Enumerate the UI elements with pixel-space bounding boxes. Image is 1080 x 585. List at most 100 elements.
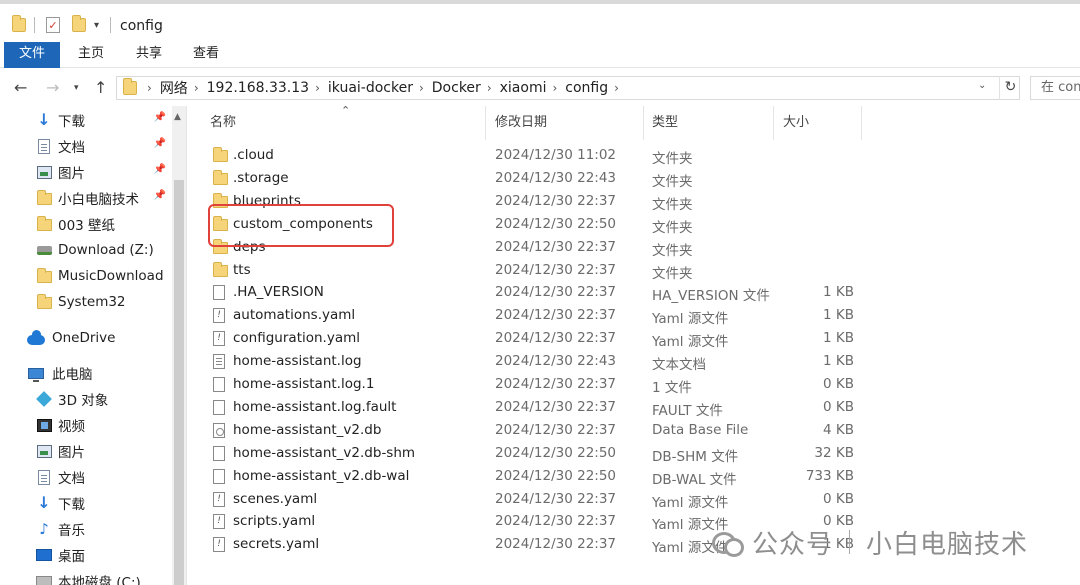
recent-locations-icon[interactable]: ▾ (74, 83, 79, 93)
file-size: 0 KB (823, 398, 854, 415)
column-header-date[interactable]: 修改日期 (495, 106, 547, 140)
nav-item-desktop[interactable]: 桌面 (0, 543, 172, 567)
nav-item-this-pc[interactable]: 此电脑 (0, 361, 172, 385)
table-row[interactable]: .HA_VERSION 2024/12/30 22:37 HA_VERSION 文件… (187, 281, 1080, 304)
file-type: 文本文档 (652, 357, 706, 374)
file-name: home-assistant_v2.db-wal (233, 467, 410, 484)
table-row[interactable]: home-assistant_v2.db 2024/12/30 22:37 Data… (187, 419, 1080, 442)
chevron-right-icon[interactable]: › (419, 81, 424, 95)
file-icon (213, 377, 225, 392)
back-arrow-icon[interactable]: ← (14, 78, 27, 97)
nav-item-pictures[interactable]: 图片 📌 (0, 160, 172, 184)
table-row[interactable]: home-assistant.log 2024/12/30 22:43 文本文档 1 … (187, 350, 1080, 373)
breadcrumb-docker[interactable]: Docker (432, 80, 481, 96)
nav-item-download-z[interactable]: Download (Z:) (0, 238, 172, 262)
chevron-right-icon[interactable]: › (552, 81, 557, 95)
breadcrumb-ikuai-docker[interactable]: ikuai-docker (328, 80, 413, 96)
chevron-right-icon[interactable]: › (194, 81, 199, 95)
file-size: 733 KB (805, 467, 854, 484)
folder-icon[interactable] (12, 15, 26, 32)
tab-file[interactable]: 文件 (4, 42, 60, 68)
breadcrumb-xiaomi[interactable]: xiaomi (500, 80, 547, 96)
scroll-up-icon[interactable]: ▲ (174, 112, 181, 122)
properties-icon[interactable]: ✓ (46, 17, 60, 33)
customize-toolbar-icon[interactable]: ▾ (94, 20, 99, 31)
nav-item-label: 003 壁纸 (58, 218, 116, 234)
file-date: 2024/12/30 22:37 (495, 421, 617, 438)
table-row[interactable]: tts 2024/12/30 22:37 文件夹 (187, 259, 1080, 282)
file-name: home-assistant_v2.db-shm (233, 444, 416, 461)
chevron-right-icon[interactable]: › (487, 81, 492, 95)
nav-item-musicdownload[interactable]: MusicDownload (0, 264, 172, 288)
tab-home[interactable]: 主页 (62, 42, 120, 68)
file-date: 2024/12/30 22:37 (495, 330, 617, 347)
table-row[interactable]: ! configuration.yaml 2024/12/30 22:37 Yaml … (187, 327, 1080, 350)
nav-item-local-disk-c[interactable]: 本地磁盘 (C:) (0, 569, 172, 585)
file-name: scripts.yaml (233, 513, 316, 530)
nav-item-music[interactable]: ♪ 音乐 (0, 517, 172, 541)
file-type: 文件夹 (652, 219, 693, 236)
folder-icon (123, 78, 137, 95)
file-date: 2024/12/30 22:37 (495, 238, 617, 255)
nav-item-wallpaper[interactable]: 003 壁纸 (0, 212, 172, 236)
table-row[interactable]: home-assistant.log.1 2024/12/30 22:37 1 文件… (187, 373, 1080, 396)
file-date: 2024/12/30 22:37 (495, 513, 617, 530)
nav-item-videos[interactable]: 视频 (0, 413, 172, 437)
column-divider[interactable] (485, 106, 486, 140)
scrollbar-thumb[interactable] (174, 180, 184, 585)
nav-item-pictures-pc[interactable]: 图片 (0, 439, 172, 463)
file-type: Yaml 源文件 (652, 311, 729, 328)
table-row[interactable]: ! scenes.yaml 2024/12/30 22:37 Yaml 源文件 0 KB (187, 488, 1080, 511)
file-type: 文件夹 (652, 151, 693, 167)
up-arrow-icon[interactable]: ↑ (94, 78, 107, 97)
file-type: 文件夹 (652, 242, 693, 259)
tab-view[interactable]: 查看 (177, 42, 235, 68)
column-divider[interactable] (773, 106, 774, 140)
file-icon (213, 468, 225, 484)
pin-icon: 📌 (153, 138, 166, 149)
nav-item-downloads-pc[interactable]: ↓ 下载 (0, 491, 172, 515)
file-size: 0 KB (823, 490, 854, 507)
column-header-name[interactable]: 名称 (210, 106, 236, 140)
nav-item-onedrive[interactable]: OneDrive (0, 326, 172, 350)
chevron-right-icon[interactable]: › (315, 81, 320, 95)
address-dropdown-icon[interactable]: ⌄ (978, 80, 986, 91)
folder-icon (213, 261, 228, 277)
nav-item-label: 本地磁盘 (C:) (58, 575, 141, 585)
file-name: .cloud (233, 147, 274, 163)
nav-item-label: 视频 (58, 419, 85, 435)
column-divider[interactable] (861, 106, 862, 140)
table-row[interactable]: home-assistant_v2.db-wal 2024/12/30 22:50… (187, 465, 1080, 488)
nav-item-documents[interactable]: 文档 📌 (0, 134, 172, 158)
breadcrumb-host[interactable]: 192.168.33.13 (207, 80, 309, 96)
table-row[interactable]: ! automations.yaml 2024/12/30 22:37 Yaml 源文… (187, 304, 1080, 327)
table-row[interactable]: home-assistant.log.fault 2024/12/30 22:37… (187, 396, 1080, 419)
nav-item-label: 下载 (58, 497, 85, 513)
nav-item-system32[interactable]: System32 (0, 290, 172, 314)
file-type: 文件夹 (652, 265, 693, 282)
folder-icon (213, 169, 228, 185)
sort-ascending-icon: ⌃ (341, 104, 351, 117)
nav-item-documents-pc[interactable]: 文档 (0, 465, 172, 489)
table-row[interactable]: .storage 2024/12/30 22:43 文件夹 (187, 167, 1080, 190)
new-folder-icon[interactable] (72, 15, 86, 32)
file-date: 2024/12/30 22:50 (495, 467, 617, 484)
nav-item-3d-objects[interactable]: 3D 对象 (0, 387, 172, 411)
table-row[interactable]: home-assistant_v2.db-shm 2024/12/30 22:50… (187, 442, 1080, 465)
breadcrumb-config[interactable]: config (565, 80, 608, 96)
nav-item-downloads[interactable]: ↓ 下载 📌 (0, 108, 172, 132)
nav-scrollbar[interactable]: ▲ (172, 106, 186, 585)
column-header-type[interactable]: 类型 (652, 106, 678, 140)
forward-arrow-icon[interactable]: → (46, 78, 59, 97)
chevron-right-icon[interactable]: › (614, 81, 619, 95)
tab-share[interactable]: 共享 (120, 42, 178, 68)
refresh-icon[interactable]: ↻ (999, 76, 1021, 100)
breadcrumb-network[interactable]: 网络 (160, 78, 188, 98)
chevron-right-icon[interactable]: › (147, 81, 152, 95)
address-bar[interactable]: › 网络 › 192.168.33.13 › ikuai-docker › Do… (116, 76, 1020, 100)
nav-item-xiaobai[interactable]: 小白电脑技术 📌 (0, 186, 172, 210)
table-row[interactable]: .cloud 2024/12/30 11:02 文件夹 (187, 144, 1080, 167)
column-divider[interactable] (643, 106, 644, 140)
search-input[interactable]: 在 config (1030, 76, 1080, 100)
column-header-size[interactable]: 大小 (783, 106, 809, 140)
